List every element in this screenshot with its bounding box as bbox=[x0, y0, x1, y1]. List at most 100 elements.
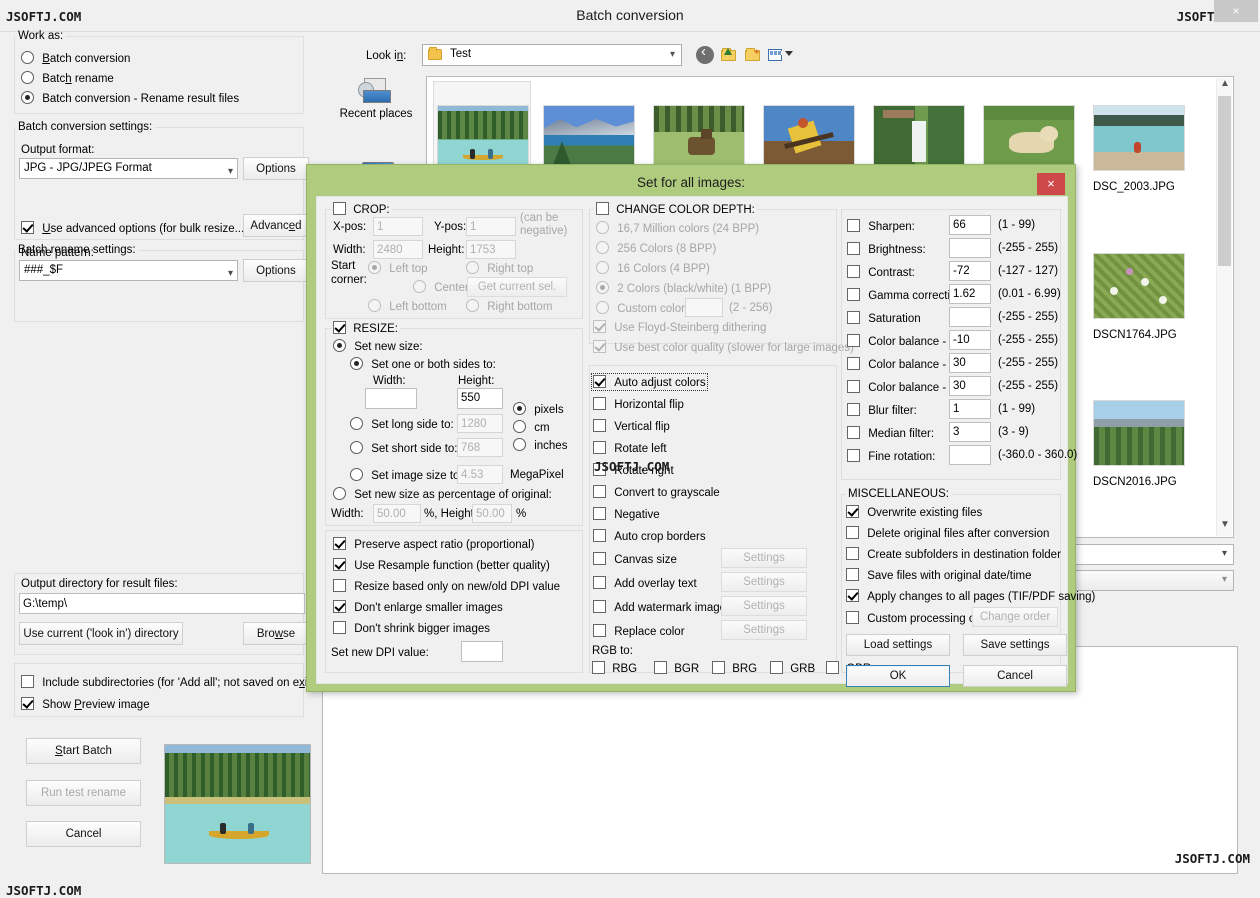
advanced-button[interactable]: Advanc e d bbox=[243, 214, 309, 237]
name-pattern-options-button[interactable]: Options bbox=[243, 259, 309, 282]
color-depth-8bpp-radio[interactable]: 256 Colors (8 BPP) bbox=[596, 241, 716, 255]
rgb-to-grb-checkbox[interactable]: GRB bbox=[770, 661, 815, 675]
start-batch-button[interactable]: Start Batch bbox=[26, 738, 141, 764]
crop-xpos-input[interactable]: 1 bbox=[373, 217, 423, 236]
rgb-to-rbg-checkbox[interactable]: RBG bbox=[592, 661, 637, 675]
contrast-input[interactable]: -72 bbox=[949, 261, 991, 281]
ok-button[interactable]: OK bbox=[846, 665, 950, 687]
run-test-rename-button[interactable]: Run test rename bbox=[26, 780, 141, 806]
radio-batch-conversion-rename[interactable]: Batch conversion - Rename result files bbox=[21, 91, 239, 105]
show-preview-image-checkbox[interactable]: Show Preview image bbox=[21, 697, 150, 711]
create-subfolders-checkbox[interactable]: Create subfolders in destination folder bbox=[846, 547, 1061, 561]
convert-to-grayscale-checkbox[interactable]: Convert to grayscale bbox=[593, 485, 720, 499]
crop-ypos-input[interactable]: 1 bbox=[466, 217, 516, 236]
preserve-aspect-ratio-checkbox[interactable]: Preserve aspect ratio (proportional) bbox=[333, 537, 534, 551]
scroll-down-icon[interactable]: ▼ bbox=[1217, 519, 1233, 536]
new-folder-icon[interactable]: ✦ bbox=[744, 46, 762, 64]
resize-set-image-size-radio[interactable]: Set image size to: bbox=[350, 468, 463, 482]
crop-corner-left-top[interactable]: Left top bbox=[368, 261, 428, 275]
blur-filter-checkbox[interactable]: Blur filter: bbox=[847, 403, 917, 417]
color-balance-g-input[interactable]: 30 bbox=[949, 353, 991, 373]
add-watermark-image-checkbox[interactable]: Add watermark image bbox=[593, 600, 726, 614]
resize-checkbox[interactable]: RESIZE: bbox=[331, 321, 400, 335]
resize-short-side-input[interactable]: 768 bbox=[457, 438, 503, 457]
crop-corner-right-top[interactable]: Right top bbox=[466, 261, 533, 275]
best-color-quality-checkbox[interactable]: Use best color quality (slower for large… bbox=[593, 340, 854, 354]
canvas-size-settings-button[interactable]: Settings bbox=[721, 548, 807, 568]
rgb-to-brg-checkbox[interactable]: BRG bbox=[712, 661, 757, 675]
output-directory-input[interactable]: G:\temp\ bbox=[19, 593, 305, 614]
use-advanced-options-checkbox[interactable]: Use advanced options (for bulk resize...… bbox=[21, 221, 248, 235]
fine-rotation-input[interactable] bbox=[949, 445, 991, 465]
output-format-combo[interactable]: JPG - JPG/JPEG Format ▾ bbox=[19, 158, 238, 179]
scroll-up-icon[interactable]: ▲ bbox=[1217, 78, 1233, 95]
include-subdirectories-checkbox[interactable]: Include subdirectories (for 'Add all'; n… bbox=[21, 675, 314, 689]
sharpen-input[interactable]: 66 bbox=[949, 215, 991, 235]
set-new-dpi-input[interactable] bbox=[461, 641, 503, 662]
crop-corner-right-bottom[interactable]: Right bottom bbox=[466, 299, 552, 313]
look-in-combo[interactable]: Test ▾ bbox=[422, 44, 682, 66]
crop-corner-left-bottom[interactable]: Left bottom bbox=[368, 299, 447, 313]
add-overlay-text-settings-button[interactable]: Settings bbox=[721, 572, 807, 592]
dialog-close-button[interactable]: × bbox=[1037, 173, 1065, 195]
color-balance-b-checkbox[interactable]: Color balance - B: bbox=[847, 380, 960, 394]
dont-enlarge-checkbox[interactable]: Don't enlarge smaller images bbox=[333, 600, 503, 614]
save-settings-button[interactable]: Save settings bbox=[963, 634, 1067, 656]
overwrite-existing-files-checkbox[interactable]: Overwrite existing files bbox=[846, 505, 982, 519]
color-depth-1bpp-radio[interactable]: 2 Colors (black/white) (1 BPP) bbox=[596, 281, 771, 295]
resize-long-side-input[interactable]: 1280 bbox=[457, 414, 503, 433]
load-settings-button[interactable]: Load settings bbox=[846, 634, 950, 656]
canvas-size-checkbox[interactable]: Canvas size bbox=[593, 552, 677, 566]
resize-set-new-size-radio[interactable]: Set new size: bbox=[333, 339, 423, 353]
resize-set-long-side-radio[interactable]: Set long side to: bbox=[350, 417, 454, 431]
resize-unit-inches-radio[interactable]: inches bbox=[513, 438, 567, 452]
change-order-button[interactable]: Change order bbox=[972, 607, 1058, 627]
resize-percentage-radio[interactable]: Set new size as percentage of original: bbox=[333, 487, 552, 501]
back-icon[interactable] bbox=[696, 43, 714, 64]
gamma-correction-input[interactable]: 1.62 bbox=[949, 284, 991, 304]
resize-dpi-only-checkbox[interactable]: Resize based only on new/old DPI value bbox=[333, 579, 560, 593]
up-folder-icon[interactable] bbox=[720, 46, 738, 64]
crop-corner-center[interactable]: Center bbox=[413, 280, 469, 294]
resize-image-size-input[interactable]: 4.53 bbox=[457, 465, 503, 484]
get-current-sel-button[interactable]: Get current sel. bbox=[467, 277, 567, 297]
brightness-checkbox[interactable]: Brightness: bbox=[847, 242, 926, 256]
output-format-options-button[interactable]: Options bbox=[243, 157, 309, 180]
vertical-flip-checkbox[interactable]: Vertical flip bbox=[593, 419, 670, 433]
dont-shrink-checkbox[interactable]: Don't shrink bigger images bbox=[333, 621, 490, 635]
brightness-input[interactable] bbox=[949, 238, 991, 258]
resize-width-input[interactable] bbox=[365, 388, 417, 409]
saturation-input[interactable] bbox=[949, 307, 991, 327]
color-balance-r-checkbox[interactable]: Color balance - R: bbox=[847, 334, 961, 348]
fine-rotation-checkbox[interactable]: Fine rotation: bbox=[847, 449, 935, 463]
add-overlay-text-checkbox[interactable]: Add overlay text bbox=[593, 576, 697, 590]
use-current-directory-button[interactable]: Use current ('look in') directory bbox=[19, 622, 183, 645]
save-original-datetime-checkbox[interactable]: Save files with original date/time bbox=[846, 568, 1031, 582]
cancel-button-dialog[interactable]: Cancel bbox=[963, 665, 1067, 687]
contrast-checkbox[interactable]: Contrast: bbox=[847, 265, 915, 279]
browse-button[interactable]: Bro w se bbox=[243, 622, 309, 645]
views-icon[interactable] bbox=[768, 46, 793, 64]
use-resample-checkbox[interactable]: Use Resample function (better quality) bbox=[333, 558, 550, 572]
resize-set-short-side-radio[interactable]: Set short side to: bbox=[350, 441, 458, 455]
add-watermark-image-settings-button[interactable]: Settings bbox=[721, 596, 807, 616]
radio-batch-conversion[interactable]: BBatch conversionatch conversion bbox=[21, 51, 130, 65]
crop-height-input[interactable]: 1753 bbox=[466, 240, 516, 259]
place-recent-places[interactable]: Recent places bbox=[328, 76, 424, 120]
crop-checkbox[interactable]: CROP: bbox=[331, 202, 392, 216]
color-depth-custom-input[interactable] bbox=[685, 298, 723, 317]
window-close-button[interactable]: × bbox=[1214, 0, 1258, 22]
resize-unit-pixels-radio[interactable]: pixels bbox=[513, 402, 564, 416]
blur-filter-input[interactable]: 1 bbox=[949, 399, 991, 419]
file-list-scrollbar[interactable]: ▲ ▼ bbox=[1216, 78, 1232, 536]
color-depth-4bpp-radio[interactable]: 16 Colors (4 BPP) bbox=[596, 261, 710, 275]
apply-to-all-pages-checkbox[interactable]: Apply changes to all pages (TIF/PDF savi… bbox=[846, 589, 1095, 603]
resize-percent-width-input[interactable]: 50.00 bbox=[373, 504, 421, 523]
median-filter-checkbox[interactable]: Median filter: bbox=[847, 426, 934, 440]
cancel-button[interactable]: Cancel bbox=[26, 821, 141, 847]
color-depth-checkbox[interactable]: CHANGE COLOR DEPTH: bbox=[594, 202, 757, 216]
floyd-steinberg-checkbox[interactable]: Use Floyd-Steinberg dithering bbox=[593, 320, 766, 334]
rotate-left-checkbox[interactable]: Rotate left bbox=[593, 441, 667, 455]
radio-batch-rename[interactable]: Batch rename bbox=[21, 71, 114, 85]
resize-percent-height-input[interactable]: 50.00 bbox=[472, 504, 512, 523]
